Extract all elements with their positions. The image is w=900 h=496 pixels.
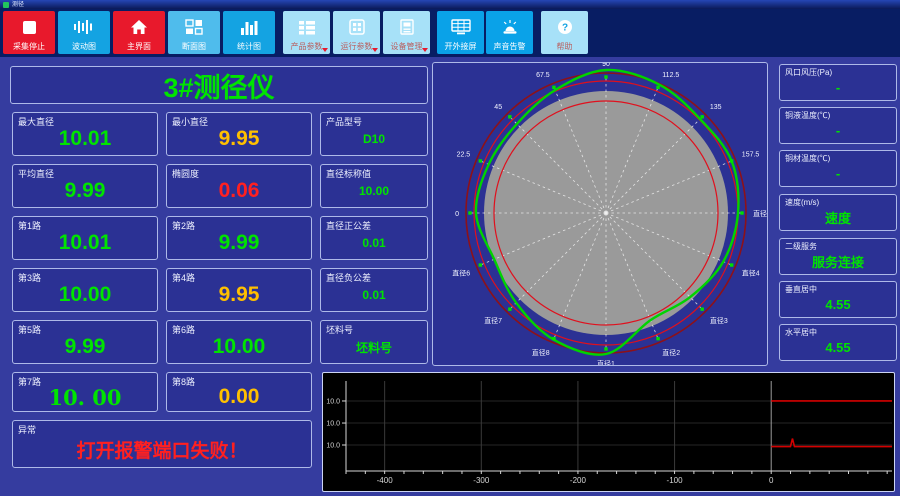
cell-plus-tolerance: 直径正公差 0.01 xyxy=(320,216,428,260)
stop-icon xyxy=(3,16,55,38)
cell-max-diameter: 最大直径 10.01 xyxy=(12,112,158,156)
svg-text:-100: -100 xyxy=(667,476,684,485)
svg-text:直径3: 直径3 xyxy=(710,316,728,325)
cell-channel-5: 第5路 9.99 xyxy=(12,320,158,364)
cell-avg-diameter: 平均直径 9.99 xyxy=(12,164,158,208)
cell-nominal-diameter: 直径标称值 10.00 xyxy=(320,164,428,208)
stats-icon xyxy=(223,16,275,38)
product-params-icon xyxy=(283,16,330,38)
panel-speed: 速度(m/s) 速度 xyxy=(779,194,897,231)
svg-text:?: ? xyxy=(561,23,567,34)
svg-text:直径6: 直径6 xyxy=(452,268,470,277)
cell-channel-1: 第1路 10.01 xyxy=(12,216,158,260)
cell-channel-8: 第8路 0.00 xyxy=(166,372,312,412)
svg-text:-300: -300 xyxy=(473,476,490,485)
cell-channel-4: 第4路 9.95 xyxy=(166,268,312,312)
gauge-title: 3#测径仪 xyxy=(10,66,428,104)
home-icon xyxy=(113,16,165,38)
screen-icon xyxy=(437,16,484,38)
section-chart-button[interactable]: 断面图 xyxy=(168,11,220,54)
svg-text:135: 135 xyxy=(710,104,722,111)
svg-text:10.0: 10.0 xyxy=(326,442,340,449)
svg-text:直径7: 直径7 xyxy=(484,316,502,325)
cell-billet-no: 坯料号 坯料号 xyxy=(320,320,428,364)
main-screen-button[interactable]: 主界面 xyxy=(113,11,165,54)
panel-melt-temperature: 铜液温度(℃) - xyxy=(779,107,897,144)
waveform-icon xyxy=(58,16,110,38)
svg-text:157.5: 157.5 xyxy=(742,152,760,159)
run-params-button[interactable]: 运行参数 xyxy=(333,11,380,54)
svg-text:10.0: 10.0 xyxy=(326,421,340,428)
svg-text:直径4: 直径4 xyxy=(742,268,760,277)
cell-channel-3: 第3路 10.00 xyxy=(12,268,158,312)
toolbar: 采集停止 波动图 主界面 断面图 统计图 产品参数 运行参数 设备管理 开外接屏… xyxy=(0,9,900,57)
svg-text:10.0: 10.0 xyxy=(326,398,340,405)
cell-channel-7: 第7路 10. 00 xyxy=(12,372,158,412)
dropdown-arrow-icon xyxy=(372,48,378,52)
external-screen-button[interactable]: 开外接屏 xyxy=(437,11,484,54)
svg-text:0: 0 xyxy=(769,476,774,485)
cell-channel-6: 第6路 10.00 xyxy=(166,320,312,364)
cell-product-model: 产品型号 D10 xyxy=(320,112,428,156)
sound-alarm-button[interactable]: 声音告警 xyxy=(486,11,533,54)
run-params-icon xyxy=(333,16,380,38)
wave-chart-button[interactable]: 波动图 xyxy=(58,11,110,54)
svg-text:直径2: 直径2 xyxy=(662,348,680,357)
svg-text:直径1: 直径1 xyxy=(597,359,615,365)
svg-text:0: 0 xyxy=(455,211,459,218)
dropdown-arrow-icon xyxy=(422,48,428,52)
help-icon: ? xyxy=(541,16,588,38)
svg-text:-200: -200 xyxy=(570,476,587,485)
title-bar: 测径 xyxy=(0,0,900,9)
svg-text:45: 45 xyxy=(494,104,502,111)
cross-section-chart: 90 67.5 45 22.5 0 直径6 直径7 直径8 直径1 直径2 直径3 直径4 直径5 157… xyxy=(452,61,771,368)
panel-material-temperature: 铜材温度(℃) - xyxy=(779,150,897,187)
dropdown-arrow-icon xyxy=(322,48,328,52)
cell-minus-tolerance: 直径负公差 0.01 xyxy=(320,268,428,312)
app-icon xyxy=(3,1,9,8)
panel-tuyere-pressure: 风口风压(Pa) - xyxy=(779,64,897,101)
svg-text:22.5: 22.5 xyxy=(457,152,471,159)
svg-text:112.5: 112.5 xyxy=(662,72,679,79)
help-button[interactable]: ? 帮助 xyxy=(541,11,588,54)
cell-min-diameter: 最小直径 9.95 xyxy=(166,112,312,156)
svg-text:90: 90 xyxy=(602,63,610,68)
trend-chart-panel: -400 -300 -200 -100 0 10.0 10.0 10.0 xyxy=(322,372,895,492)
device-manage-button[interactable]: 设备管理 xyxy=(383,11,430,54)
product-params-button[interactable]: 产品参数 xyxy=(283,11,330,54)
device-icon xyxy=(383,16,430,38)
panel-level2-service: 二级服务 服务连接 xyxy=(779,238,897,275)
trend-chart: -400 -300 -200 -100 0 10.0 10.0 10.0 xyxy=(326,381,892,485)
cell-channel-2: 第2路 9.99 xyxy=(166,216,312,260)
stop-capture-button[interactable]: 采集停止 xyxy=(3,11,55,54)
section-icon xyxy=(168,16,220,38)
svg-text:-400: -400 xyxy=(377,476,394,485)
abnormal-panel: 异常 打开报警端口失败！ xyxy=(12,420,312,468)
cell-ovality: 椭圆度 0.06 xyxy=(166,164,312,208)
panel-vertical-center: 垂直居中 4.55 xyxy=(779,281,897,318)
svg-text:67.5: 67.5 xyxy=(536,72,550,79)
svg-text:直径8: 直径8 xyxy=(532,348,550,357)
panel-horizontal-center: 水平居中 4.55 xyxy=(779,324,897,361)
cross-section-chart-panel: 90 67.5 45 22.5 0 直径6 直径7 直径8 直径1 直径2 直径3 直径4 直径5 157… xyxy=(432,61,771,368)
window-title: 测径 xyxy=(12,1,25,8)
statistics-chart-button[interactable]: 统计图 xyxy=(223,11,275,54)
alarm-icon xyxy=(486,16,533,38)
svg-text:直径5: 直径5 xyxy=(753,209,767,218)
